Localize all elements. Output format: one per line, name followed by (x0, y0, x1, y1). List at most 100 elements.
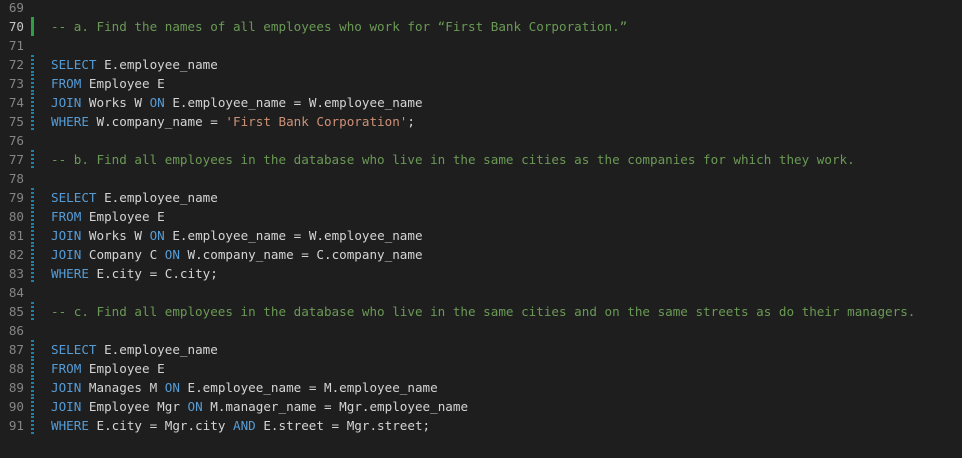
line-number: 87 (8, 342, 24, 357)
code-text: JOIN Works W ON E.employee_name = W.empl… (51, 93, 423, 112)
keyword-token: ON (149, 228, 165, 243)
code-line[interactable]: 81 JOIN Works W ON E.employee_name = W.em… (0, 226, 962, 245)
code-line[interactable]: 77 -- b. Find all employees in the databa… (0, 150, 962, 169)
keyword-token: WHERE (51, 114, 89, 129)
code-line[interactable]: 69 (0, 0, 962, 17)
plain-token: Employee E (81, 361, 165, 376)
diff-modified-indicator[interactable] (31, 264, 34, 283)
diff-modified-indicator[interactable] (31, 416, 34, 435)
diff-modified-indicator[interactable] (31, 378, 34, 397)
code-line[interactable]: 80 FROM Employee E (0, 207, 962, 226)
keyword-token: ON (164, 247, 180, 262)
plain-token: E.employee_name (96, 342, 218, 357)
code-text: FROM Employee E (51, 359, 165, 378)
line-number: 77 (8, 152, 24, 167)
code-text: -- b. Find all employees in the database… (51, 150, 855, 169)
keyword-token: JOIN (51, 399, 82, 414)
plain-token: E.employee_name = M.employee_name (179, 380, 438, 395)
diff-modified-indicator[interactable] (31, 55, 34, 74)
code-text: -- c. Find all employees in the database… (51, 302, 915, 321)
line-number: 84 (8, 285, 24, 300)
diff-modified-indicator[interactable] (31, 93, 34, 112)
code-line[interactable]: 70 -- a. Find the names of all employees … (0, 17, 962, 36)
diff-added-indicator[interactable] (31, 17, 34, 36)
code-text: JOIN Manages M ON E.employee_name = M.em… (51, 378, 438, 397)
diff-modified-indicator[interactable] (31, 74, 34, 93)
code-text: JOIN Company C ON W.company_name = C.com… (51, 245, 423, 264)
line-number: 89 (8, 380, 24, 395)
code-text: JOIN Works W ON E.employee_name = W.empl… (51, 226, 423, 245)
plain-token: Company C (81, 247, 165, 262)
plain-token: Manages M (81, 380, 165, 395)
code-text: WHERE E.city = Mgr.city AND E.street = M… (51, 416, 430, 435)
keyword-token: JOIN (51, 95, 82, 110)
line-number: 80 (8, 209, 24, 224)
code-line[interactable]: 73 FROM Employee E (0, 74, 962, 93)
plain-token: E.employee_name (96, 190, 218, 205)
plain-token: ; (407, 114, 415, 129)
code-line[interactable]: 79 SELECT E.employee_name (0, 188, 962, 207)
code-line[interactable]: 90 JOIN Employee Mgr ON M.manager_name = … (0, 397, 962, 416)
keyword-token: WHERE (51, 418, 89, 433)
code-line[interactable]: 72 SELECT E.employee_name (0, 55, 962, 74)
plain-token: Employee E (81, 209, 165, 224)
code-line[interactable]: 84 (0, 283, 962, 302)
comment-token: -- c. Find all employees in the database… (51, 304, 916, 319)
diff-modified-indicator[interactable] (31, 245, 34, 264)
diff-modified-indicator[interactable] (31, 397, 34, 416)
code-line[interactable]: 91 WHERE E.city = Mgr.city AND E.street =… (0, 416, 962, 435)
plain-token: E.employee_name = W.employee_name (164, 228, 423, 243)
line-number: 82 (8, 247, 24, 262)
code-line[interactable]: 89 JOIN Manages M ON E.employee_name = M.… (0, 378, 962, 397)
keyword-token: SELECT (51, 342, 97, 357)
code-line[interactable]: 75 WHERE W.company_name = 'First Bank Cor… (0, 112, 962, 131)
code-line[interactable]: 86 (0, 321, 962, 340)
keyword-token: FROM (51, 361, 82, 376)
code-line[interactable]: 78 (0, 169, 962, 188)
line-number: 85 (8, 304, 24, 319)
diff-modified-indicator[interactable] (31, 226, 34, 245)
line-number: 81 (8, 228, 24, 243)
comment-token: -- a. Find the names of all employees wh… (51, 19, 628, 34)
keyword-token: ON (187, 399, 203, 414)
line-number: 86 (8, 323, 24, 338)
diff-modified-indicator[interactable] (31, 112, 34, 131)
code-line[interactable]: 76 (0, 131, 962, 150)
line-number: 72 (8, 57, 24, 72)
keyword-token: FROM (51, 209, 82, 224)
code-line[interactable]: 87 SELECT E.employee_name (0, 340, 962, 359)
line-number: 70 (8, 19, 24, 34)
plain-token: Works W (81, 228, 150, 243)
keyword-token: JOIN (51, 228, 82, 243)
line-number: 74 (8, 95, 24, 110)
diff-modified-indicator[interactable] (31, 188, 34, 207)
code-line[interactable]: 85 -- c. Find all employees in the databa… (0, 302, 962, 321)
line-number: 83 (8, 266, 24, 281)
plain-token: Employee Mgr (81, 399, 188, 414)
code-editor[interactable]: 69 70 -- a. Find the names of all employee… (0, 0, 962, 458)
plain-token: E.employee_name = W.employee_name (164, 95, 423, 110)
diff-modified-indicator[interactable] (31, 207, 34, 226)
code-text: SELECT E.employee_name (51, 188, 218, 207)
plain-token: M.manager_name = Mgr.employee_name (202, 399, 469, 414)
keyword-token: JOIN (51, 247, 82, 262)
diff-modified-indicator[interactable] (31, 302, 34, 321)
plain-token: E.city = C.city; (88, 266, 218, 281)
code-line[interactable]: 83 WHERE E.city = C.city; (0, 264, 962, 283)
keyword-token: JOIN (51, 380, 82, 395)
line-number: 75 (8, 114, 24, 129)
keyword-token: FROM (51, 76, 82, 91)
code-line[interactable]: 82 JOIN Company C ON W.company_name = C.c… (0, 245, 962, 264)
code-line[interactable]: 71 (0, 36, 962, 55)
code-text: WHERE W.company_name = 'First Bank Corpo… (51, 112, 415, 131)
code-line[interactable]: 88 FROM Employee E (0, 359, 962, 378)
line-number: 71 (8, 38, 24, 53)
diff-modified-indicator[interactable] (31, 340, 34, 359)
diff-modified-indicator[interactable] (31, 150, 34, 169)
code-line[interactable]: 74 JOIN Works W ON E.employee_name = W.em… (0, 93, 962, 112)
diff-modified-indicator[interactable] (31, 359, 34, 378)
keyword-token: ON (149, 95, 165, 110)
keyword-token: WHERE (51, 266, 89, 281)
code-text: SELECT E.employee_name (51, 55, 218, 74)
line-number: 88 (8, 361, 24, 376)
